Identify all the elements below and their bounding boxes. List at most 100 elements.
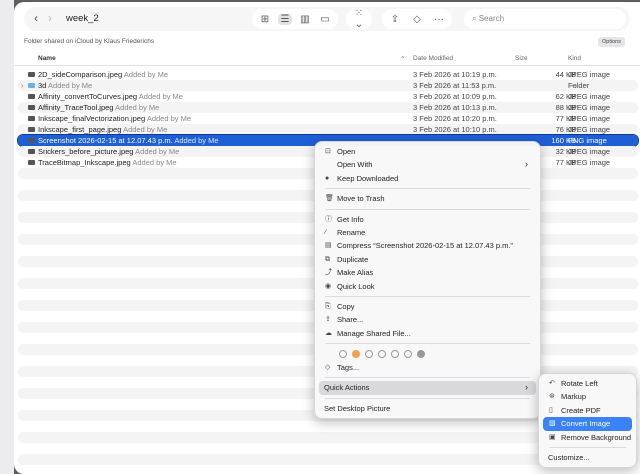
label: Keep Downloaded: [337, 173, 399, 183]
forward-button[interactable]: ›: [48, 11, 52, 25]
people-icon: ☁: [325, 329, 332, 337]
archive-icon: ▤: [325, 242, 332, 250]
col-size[interactable]: Size: [515, 55, 528, 62]
date-cell: 3 Feb 2026 at 10:13 p.m.: [413, 103, 497, 112]
menu-get-info[interactable]: ⓘ Get Info: [319, 213, 536, 226]
tag-color-dot[interactable]: [391, 350, 399, 359]
added-by: Added by Me: [146, 114, 192, 123]
folder-icon: [28, 83, 35, 88]
view-switcher: ⊞ ☰ ▥ ▭: [252, 9, 338, 29]
submenu-create-pdf[interactable]: ▯ Create PDF: [543, 404, 632, 417]
gallery-view-icon[interactable]: ▭: [318, 14, 332, 25]
kind-cell: JPEG image: [568, 125, 611, 134]
col-kind[interactable]: Kind: [568, 55, 581, 62]
submenu-rotate-left[interactable]: ↶ Rotate Left: [543, 377, 632, 390]
label: Open: [337, 147, 356, 156]
alias-icon: ⤴: [325, 269, 332, 277]
sort-chevron-icon: ⌃: [400, 56, 406, 63]
tag-color-dot[interactable]: [404, 350, 412, 359]
added-by: Added by Me: [115, 103, 160, 112]
info-icon: ⓘ: [325, 215, 332, 223]
download-icon: ●: [325, 174, 330, 182]
open-icon: ⊡: [325, 148, 331, 155]
added-by: Added by Me: [135, 147, 180, 156]
tag-icon: ◇: [325, 364, 331, 372]
tag-color-dot[interactable]: [365, 350, 373, 359]
tag-color-dot[interactable]: [417, 350, 425, 359]
pencil-icon: ∕: [325, 228, 327, 236]
convert-image-icon: ▨: [549, 420, 556, 428]
added-by: Added by Me: [123, 125, 168, 134]
separator: [325, 397, 530, 399]
submenu-convert-image[interactable]: ▨ Convert Image: [543, 417, 632, 431]
tag-color-dot[interactable]: [352, 350, 360, 359]
label: Rename: [337, 227, 366, 237]
file-name: Affinity_convertToCurves.jpeg: [38, 92, 138, 101]
menu-open-with[interactable]: Open With ›: [319, 158, 536, 171]
search-field[interactable]: ⌕ Search: [464, 9, 626, 29]
copy-icon: ⎘: [325, 302, 331, 310]
menu-make-alias[interactable]: ⤴ Make Alias: [319, 266, 536, 279]
tag-color-dot[interactable]: [378, 350, 386, 359]
tag-color-dot[interactable]: [339, 350, 347, 359]
markup-icon: ⊛: [549, 393, 555, 401]
menu-duplicate[interactable]: ⧉ Duplicate: [319, 253, 536, 266]
menu-rename[interactable]: ∕ Rename: [319, 226, 536, 239]
file-row[interactable]: Inkscape_first_page.jpeg Added by Me 3 Fe…: [18, 124, 638, 135]
separator: [325, 208, 530, 210]
menu-set-desktop-picture[interactable]: Set Desktop Picture: [319, 402, 536, 415]
share-icon: ⇪: [325, 316, 331, 324]
menu-open[interactable]: ⊡ Open: [319, 145, 536, 158]
eye-icon: ◉: [325, 282, 332, 290]
kind-cell: JPEG image: [568, 114, 611, 123]
menu-manage-shared[interactable]: ☁ Manage Shared File...: [319, 327, 536, 340]
file-thumbnail-icon: [28, 72, 35, 77]
file-row[interactable]: 2D_sideComparison.jpeg Added by Me 3 Feb …: [18, 69, 638, 80]
shared-info: Folder shared on iCloud by Klaus Frieder…: [24, 38, 155, 45]
file-name-cell: Screenshot 2026-02-15 at 12.07.43 p.m. A…: [38, 135, 219, 146]
submenu-remove-background[interactable]: ▣ Remove Background: [543, 431, 632, 444]
file-row[interactable]: › 3d Added by Me 3 Feb 2026 at 11:53 p.m. -…: [18, 80, 638, 91]
menu-tags[interactable]: ◇ Tags...: [319, 361, 536, 374]
menu-share[interactable]: ⇪ Share...: [319, 313, 536, 326]
label: Customize...: [548, 452, 590, 462]
disclosure-triangle-icon[interactable]: ›: [21, 80, 24, 91]
submenu-markup[interactable]: ⊛ Markup: [543, 390, 632, 403]
col-name[interactable]: Name: [38, 55, 56, 62]
menu-quick-look[interactable]: ◉ Quick Look: [319, 280, 536, 293]
group-button[interactable]: ⁙⌄: [346, 8, 372, 30]
back-button[interactable]: ‹: [34, 11, 38, 25]
date-cell: 3 Feb 2026 at 10:09 p.m.: [413, 92, 497, 101]
label: Tags...: [337, 363, 360, 373]
menu-compress[interactable]: ▤ Compress “Screenshot 2026-02-15 at 12.0…: [319, 239, 536, 252]
options-button[interactable]: Options: [598, 37, 625, 47]
label: Get Info: [337, 214, 364, 224]
column-view-icon[interactable]: ▥: [298, 14, 312, 25]
tag-icon[interactable]: ◇: [410, 14, 424, 25]
menu-copy[interactable]: ⎘ Copy: [319, 300, 536, 313]
file-row[interactable]: Affinity_convertToCurves.jpeg Added by M…: [18, 91, 638, 102]
file-thumbnail-icon: [28, 138, 35, 143]
menu-quick-actions[interactable]: Quick Actions ›: [319, 381, 536, 395]
file-row[interactable]: Inkscape_finalVectorization.jpeg Added b…: [18, 113, 638, 124]
trash-icon: 🗑: [325, 195, 334, 203]
submenu-customize[interactable]: Customize...: [543, 451, 632, 464]
menu-move-to-trash[interactable]: 🗑 Move to Trash: [319, 192, 536, 205]
list-view-icon[interactable]: ☰: [278, 13, 292, 25]
menu-keep-downloaded[interactable]: ● Keep Downloaded: [319, 172, 536, 185]
file-thumbnail-icon: [28, 127, 35, 132]
col-date[interactable]: Date Modified: [413, 55, 453, 62]
separator: [325, 295, 530, 297]
date-cell: 3 Feb 2026 at 11:53 p.m.: [413, 81, 497, 90]
label: Copy: [337, 301, 355, 311]
file-row[interactable]: Affinity_TraceTool.jpeg Added by Me 3 Feb…: [18, 102, 638, 113]
sidebar-edge: [0, 0, 14, 474]
icon-view-icon[interactable]: ⊞: [258, 14, 272, 25]
document-icon: ▯: [549, 406, 553, 414]
label: Set Desktop Picture: [324, 403, 391, 413]
more-icon[interactable]: ···: [432, 14, 446, 25]
file-thumbnail-icon: [28, 94, 35, 99]
label: Rotate Left: [561, 379, 598, 388]
chevron-right-icon: ›: [525, 159, 528, 170]
share-icon[interactable]: ⇪: [388, 14, 402, 25]
